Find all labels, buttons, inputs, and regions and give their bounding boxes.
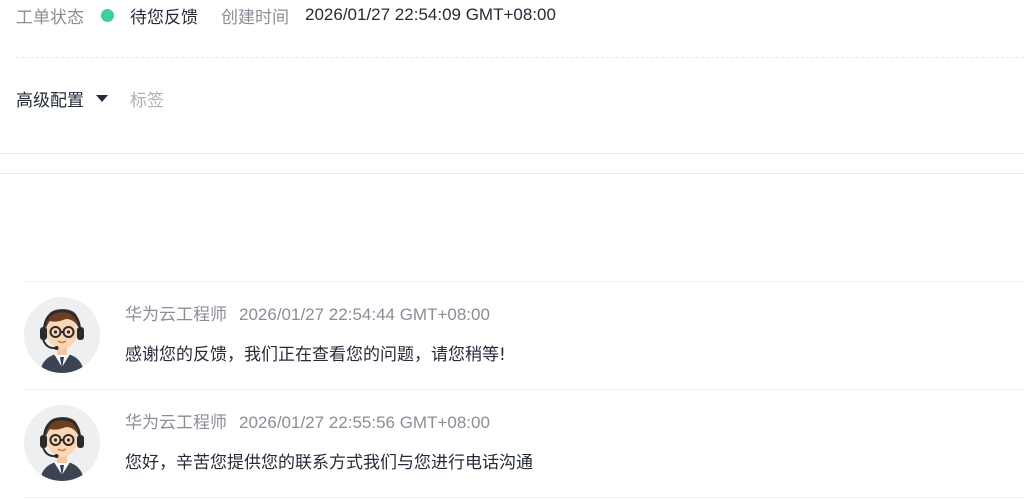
caret-down-icon[interactable] xyxy=(96,94,108,102)
message-text: 您好，辛苦您提供您的联系方式我们与您进行电话沟通 xyxy=(125,453,533,473)
tag-label: 标签 xyxy=(130,90,164,111)
status-value: 待您反馈 xyxy=(130,7,198,28)
created-time-value: 2026/01/27 22:54:09 GMT+08:00 xyxy=(305,5,556,24)
message-item: 华为云工程师 2026/01/27 22:54:44 GMT+08:00 感谢您的… xyxy=(24,282,1024,389)
message-header: 华为云工程师 2026/01/27 22:55:56 GMT+08:00 xyxy=(125,408,490,433)
engineer-headset-avatar-icon xyxy=(40,309,84,373)
message-author: 华为云工程师 xyxy=(125,305,227,325)
message-list: 华为云工程师 2026/01/27 22:54:44 GMT+08:00 感谢您的… xyxy=(24,281,1024,498)
section-divider-top xyxy=(0,153,1024,154)
engineer-headset-avatar-icon xyxy=(40,417,84,481)
section-divider-bottom xyxy=(0,173,1024,174)
section-divider xyxy=(16,57,1024,58)
created-time-label: 创建时间 xyxy=(221,7,289,28)
message-item: 华为云工程师 2026/01/27 22:55:56 GMT+08:00 您好，辛… xyxy=(24,390,1024,497)
engineer-avatar-icon xyxy=(24,405,100,481)
advanced-config-row: 高级配置 标签 xyxy=(16,83,164,113)
message-divider xyxy=(24,497,1024,498)
message-time: 2026/01/27 22:55:56 GMT+08:00 xyxy=(239,413,490,432)
message-time: 2026/01/27 22:54:44 GMT+08:00 xyxy=(239,305,490,324)
advanced-config-toggle[interactable]: 高级配置 xyxy=(16,86,84,111)
engineer-avatar-icon xyxy=(24,297,100,373)
ticket-detail-page: 工单状态 待您反馈 创建时间 2026/01/27 22:54:09 GMT+0… xyxy=(0,0,1024,500)
ticket-status-row: 工单状态 待您反馈 创建时间 2026/01/27 22:54:09 GMT+0… xyxy=(16,0,556,30)
status-dot-icon xyxy=(101,8,114,22)
status-label: 工单状态 xyxy=(16,7,84,28)
message-author: 华为云工程师 xyxy=(125,413,227,433)
message-header: 华为云工程师 2026/01/27 22:54:44 GMT+08:00 xyxy=(125,300,490,325)
message-text: 感谢您的反馈，我们正在查看您的问题，请您稍等! xyxy=(125,345,506,365)
